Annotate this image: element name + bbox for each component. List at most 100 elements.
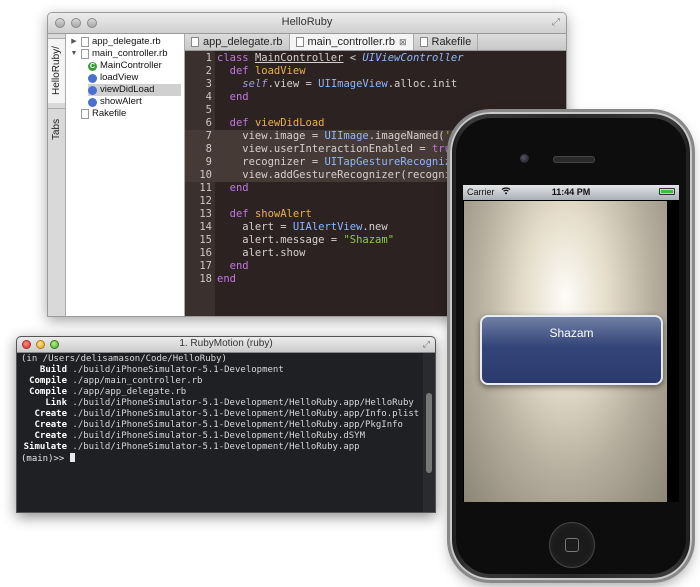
terminal-line: Simulate ./build/iPhoneSimulator-5.1-Dev… xyxy=(17,442,360,453)
code-text: alert.message = "Shazam" xyxy=(217,234,395,246)
fullscreen-icon[interactable]: ⤢ xyxy=(552,17,560,28)
line-number: 4 xyxy=(205,91,212,103)
file-icon xyxy=(419,37,428,47)
line-number: 13 xyxy=(199,208,212,220)
tree-item-label: loadView xyxy=(100,72,139,83)
method-icon xyxy=(88,73,97,83)
tree-item-label: Rakefile xyxy=(92,108,127,119)
tree-item-label: MainController xyxy=(100,60,162,71)
tree-item-main-controller[interactable]: ▼ main_controller.rb xyxy=(70,48,168,60)
alert-view[interactable]: Shazam xyxy=(480,315,663,385)
line-number: 7 xyxy=(205,130,212,142)
tab-main-controller[interactable]: main_controller.rb ⊠ xyxy=(289,34,414,50)
terminal-line: Create ./build/iPhoneSimulator-5.1-Devel… xyxy=(17,409,419,420)
build-step-path: ./app/app_delegate.rb xyxy=(72,387,187,397)
code-text: end xyxy=(229,91,249,103)
terminal-line: Link ./build/iPhoneSimulator-5.1-Develop… xyxy=(17,398,414,409)
home-button[interactable] xyxy=(549,522,595,568)
code-text: alert.show xyxy=(217,247,306,259)
terminal-output[interactable]: (in /Users/delisamason/Code/HelloRuby) Bu… xyxy=(17,353,423,512)
tree-item-label: app_delegate.rb xyxy=(92,36,161,47)
status-time: 11:44 PM xyxy=(551,187,591,197)
code-text: alert = UIAlertView.new xyxy=(217,221,388,233)
tree-item-label: viewDidLoad xyxy=(100,84,155,95)
code-text: recognizer = UITapGestureRecognizer xyxy=(217,156,464,168)
file-icon xyxy=(81,109,89,119)
file-icon xyxy=(81,49,89,59)
terminal-title: 1. RubyMotion (ruby) xyxy=(179,338,273,349)
build-step-path: ./build/iPhoneSimulator-5.1-Development/… xyxy=(72,431,366,441)
fullscreen-icon[interactable]: ⤢ xyxy=(423,339,430,350)
code-text: view.addGestureRecognizer(recognize xyxy=(217,169,464,181)
terminal-line: Build ./build/iPhoneSimulator-5.1-Develo… xyxy=(17,365,284,376)
collapse-arrow-icon[interactable]: ▼ xyxy=(70,48,78,60)
editor-title: HelloRuby xyxy=(281,16,333,28)
line-number: 11 xyxy=(199,182,212,194)
line-number: 12 xyxy=(199,195,212,207)
close-tab-icon[interactable]: ⊠ xyxy=(399,37,407,48)
code-text: def viewDidLoad xyxy=(229,117,325,129)
phone-screen: Carrier 11:44 PM Shazam xyxy=(463,185,679,502)
method-icon xyxy=(88,85,97,95)
code-line[interactable]: 3 self.view = UIImageView.alloc.init xyxy=(185,78,566,91)
prompt-text: (main)>> xyxy=(21,454,70,464)
home-square-icon xyxy=(565,538,579,552)
file-icon xyxy=(295,37,304,47)
tab-label: main_controller.rb xyxy=(307,36,395,48)
line-number: 8 xyxy=(205,143,212,155)
code-text: def loadView xyxy=(229,65,306,77)
line-number: 17 xyxy=(199,260,212,272)
tree-item-show-alert[interactable]: showAlert xyxy=(88,96,142,108)
tab-app-delegate[interactable]: app_delegate.rb xyxy=(185,34,290,50)
tree-item-view-did-load[interactable]: viewDidLoad xyxy=(88,84,181,96)
battery-icon xyxy=(659,188,675,195)
code-text: def showAlert xyxy=(229,208,312,220)
build-step-verb: Link xyxy=(45,398,67,408)
code-text: view.image = UIImage.imageNamed('back xyxy=(217,130,476,142)
side-tab-project[interactable]: HelloRuby/ xyxy=(48,38,65,103)
line-number: 10 xyxy=(199,169,212,181)
build-step-path: ./build/iPhoneSimulator-5.1-Development/… xyxy=(72,409,420,419)
build-step-verb: Build xyxy=(39,365,67,375)
terminal-scrollbar[interactable] xyxy=(423,353,435,512)
build-step-verb: Compile xyxy=(29,387,67,397)
side-tabs: HelloRuby/ Tabs xyxy=(48,34,66,316)
code-line[interactable]: 4 end xyxy=(185,91,566,104)
line-number: 14 xyxy=(199,221,212,233)
text-cursor xyxy=(69,453,75,462)
tree-item-app-delegate[interactable]: ▶ app_delegate.rb xyxy=(70,36,161,48)
code-text: view.userInteractionEnabled = true xyxy=(217,143,458,155)
build-step-verb: Create xyxy=(34,420,67,430)
iphone-simulator: Carrier 11:44 PM Shazam xyxy=(450,112,692,580)
build-step-path: ./build/iPhoneSimulator-5.1-Development/… xyxy=(72,442,360,452)
tab-label: app_delegate.rb xyxy=(203,36,283,48)
tree-item-main-controller-class[interactable]: C MainController xyxy=(88,60,162,72)
terminal-line: Create ./build/iPhoneSimulator-5.1-Devel… xyxy=(17,431,365,442)
scrollbar-thumb[interactable] xyxy=(426,393,432,473)
code-line[interactable]: 1 class MainController < UIViewController xyxy=(185,52,566,65)
tree-item-rakefile[interactable]: Rakefile xyxy=(81,108,126,120)
camera-icon xyxy=(520,154,529,163)
class-icon: C xyxy=(88,61,97,71)
line-number: 6 xyxy=(205,117,212,129)
terminal-line: (in /Users/delisamason/Code/HelloRuby) xyxy=(21,354,227,365)
code-text: end xyxy=(229,182,249,194)
terminal-line: Compile ./app/main_controller.rb xyxy=(17,376,202,387)
tree-item-load-view[interactable]: loadView xyxy=(88,72,138,84)
code-text: class MainController < UIViewController xyxy=(217,52,464,64)
build-step-path: ./build/iPhoneSimulator-5.1-Development/… xyxy=(72,398,414,408)
expand-arrow-icon[interactable]: ▶ xyxy=(70,36,78,48)
code-text: end xyxy=(217,273,236,285)
side-tab-tabs[interactable]: Tabs xyxy=(48,108,65,149)
build-step-path: (in /Users/delisamason/Code/HelloRuby) xyxy=(21,354,227,364)
status-bar: Carrier 11:44 PM xyxy=(463,185,679,200)
code-line[interactable]: 2 def loadView xyxy=(185,65,566,78)
app-background[interactable]: Shazam xyxy=(464,201,667,502)
tab-rakefile[interactable]: Rakefile xyxy=(414,34,479,50)
file-icon xyxy=(81,37,89,47)
line-number: 16 xyxy=(199,247,212,259)
line-number: 1 xyxy=(205,52,212,64)
line-number: 18 xyxy=(199,273,212,285)
terminal-prompt[interactable]: (main)>> xyxy=(21,453,75,464)
alert-message: Shazam xyxy=(549,326,594,340)
